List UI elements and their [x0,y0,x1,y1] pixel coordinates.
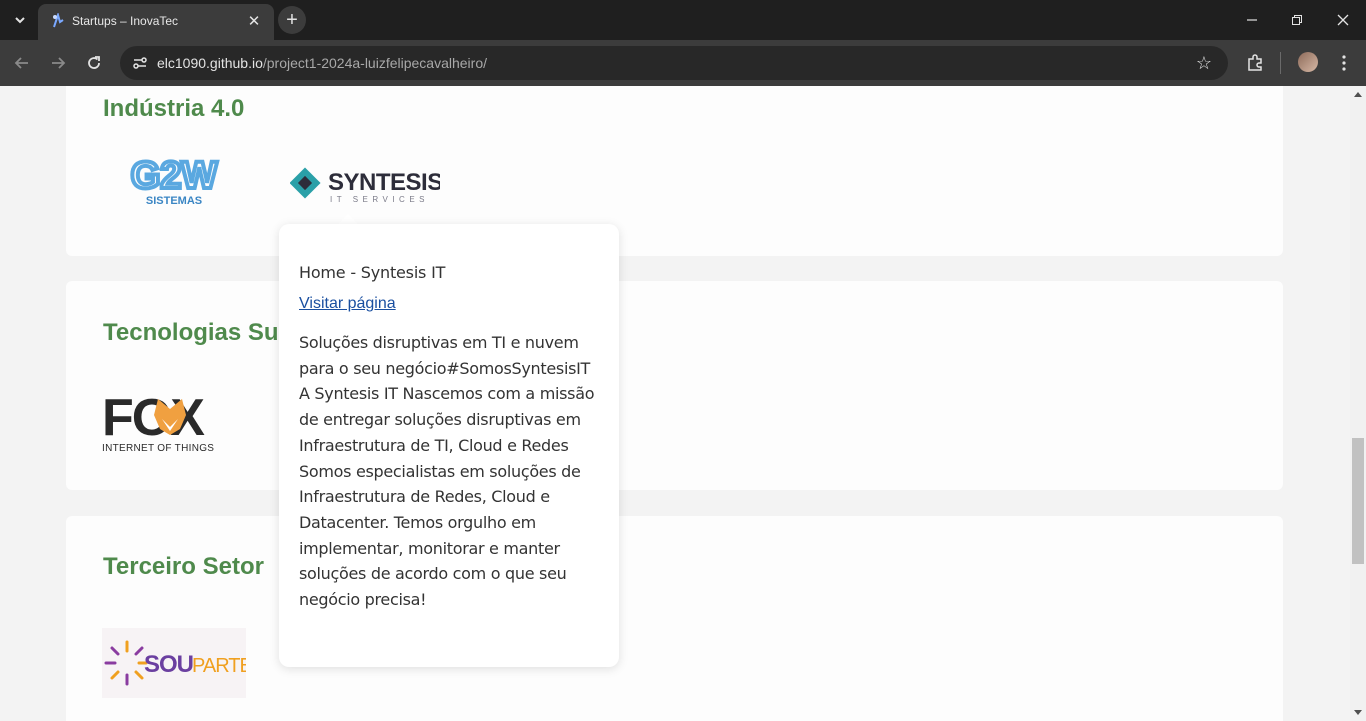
tab-close-icon[interactable]: ✕ [244,11,264,31]
section-title: Tecnologias Su [103,319,279,346]
url-host: elc1090.github.io [157,55,263,71]
address-bar[interactable]: elc1090.github.io/project1-2024a-luizfel… [120,46,1228,80]
forward-arrow-icon[interactable] [46,51,70,75]
site-info-icon[interactable] [128,51,152,75]
scroll-thumb[interactable] [1352,438,1364,564]
extensions-icon[interactable] [1243,51,1267,75]
close-window-icon[interactable] [1331,8,1355,32]
favicon-icon [50,11,66,29]
tab-title: Startups – InovaTec [72,14,179,28]
section-title: Indústria 4.0 [103,95,245,122]
souparte-logo-name: SOU [144,651,193,678]
g2w-logo[interactable]: G2W SISTEMAS [106,153,242,210]
menu-kebab-icon[interactable] [1332,51,1356,75]
popover-arrow [338,214,358,224]
popover-title: Home - Syntesis IT [299,263,446,282]
back-arrow-icon[interactable] [10,51,34,75]
g2w-logo-name: G2W [131,155,218,197]
fox-logo-name: FOX [102,391,205,447]
minimize-icon[interactable] [1240,8,1264,32]
restore-icon[interactable] [1285,8,1309,32]
page-content: Indústria 4.0 G2W SISTEMAS SYNTESIS IT S… [0,86,1350,721]
syntesis-logo-name: SYNTESIS [328,169,440,196]
scroll-down-arrow-icon[interactable] [1354,710,1362,715]
souparte-logo[interactable]: SOU PARTE [102,628,253,698]
popover-description: Soluções disruptivas em TI e nuvem para … [299,333,595,610]
scroll-up-arrow-icon[interactable] [1354,92,1362,97]
tab-search-chevron-icon[interactable] [8,8,32,32]
page-scrollbar[interactable] [1350,86,1366,721]
url-path: /project1-2024a-luizfelipecavalheiro/ [262,55,488,71]
profile-avatar[interactable] [1298,52,1318,72]
souparte-logo-name2: PARTE [192,655,246,677]
visit-page-link[interactable]: Visitar página [299,295,396,313]
url-text[interactable]: elc1090.github.io/project1-2024a-luizfel… [157,55,487,71]
active-tab[interactable]: Startups – InovaTec ✕ [38,4,274,40]
syntesis-logo-sub: IT SERVICES [330,195,429,204]
syntesis-logo[interactable]: SYNTESIS IT SERVICES [289,166,444,206]
browser-toolbar: elc1090.github.io/project1-2024a-luizfel… [0,40,1366,86]
link-preview-popover: Home - Syntesis IT Visitar página Soluçõ… [279,224,619,667]
tab-bar: Startups – InovaTec ✕ + [0,0,1366,40]
toolbar-divider [1280,52,1281,74]
fox-logo[interactable]: FOX INTERNET OF THINGS [100,389,248,455]
fox-logo-sub: INTERNET OF THINGS [102,443,214,454]
section-card-industria: Indústria 4.0 G2W SISTEMAS SYNTESIS IT S… [66,86,1283,256]
g2w-logo-sub: SISTEMAS [146,195,202,207]
section-title: Terceiro Setor [103,553,264,580]
bookmark-star-icon[interactable]: ☆ [1192,51,1216,75]
new-tab-button[interactable]: + [278,6,306,34]
section-card-terceiro-setor: Terceiro Setor SOU PARTE [66,516,1283,721]
section-card-tecnologias: Tecnologias Su FOX INTERNET OF THINGS [66,281,1283,490]
reload-icon[interactable] [82,51,106,75]
